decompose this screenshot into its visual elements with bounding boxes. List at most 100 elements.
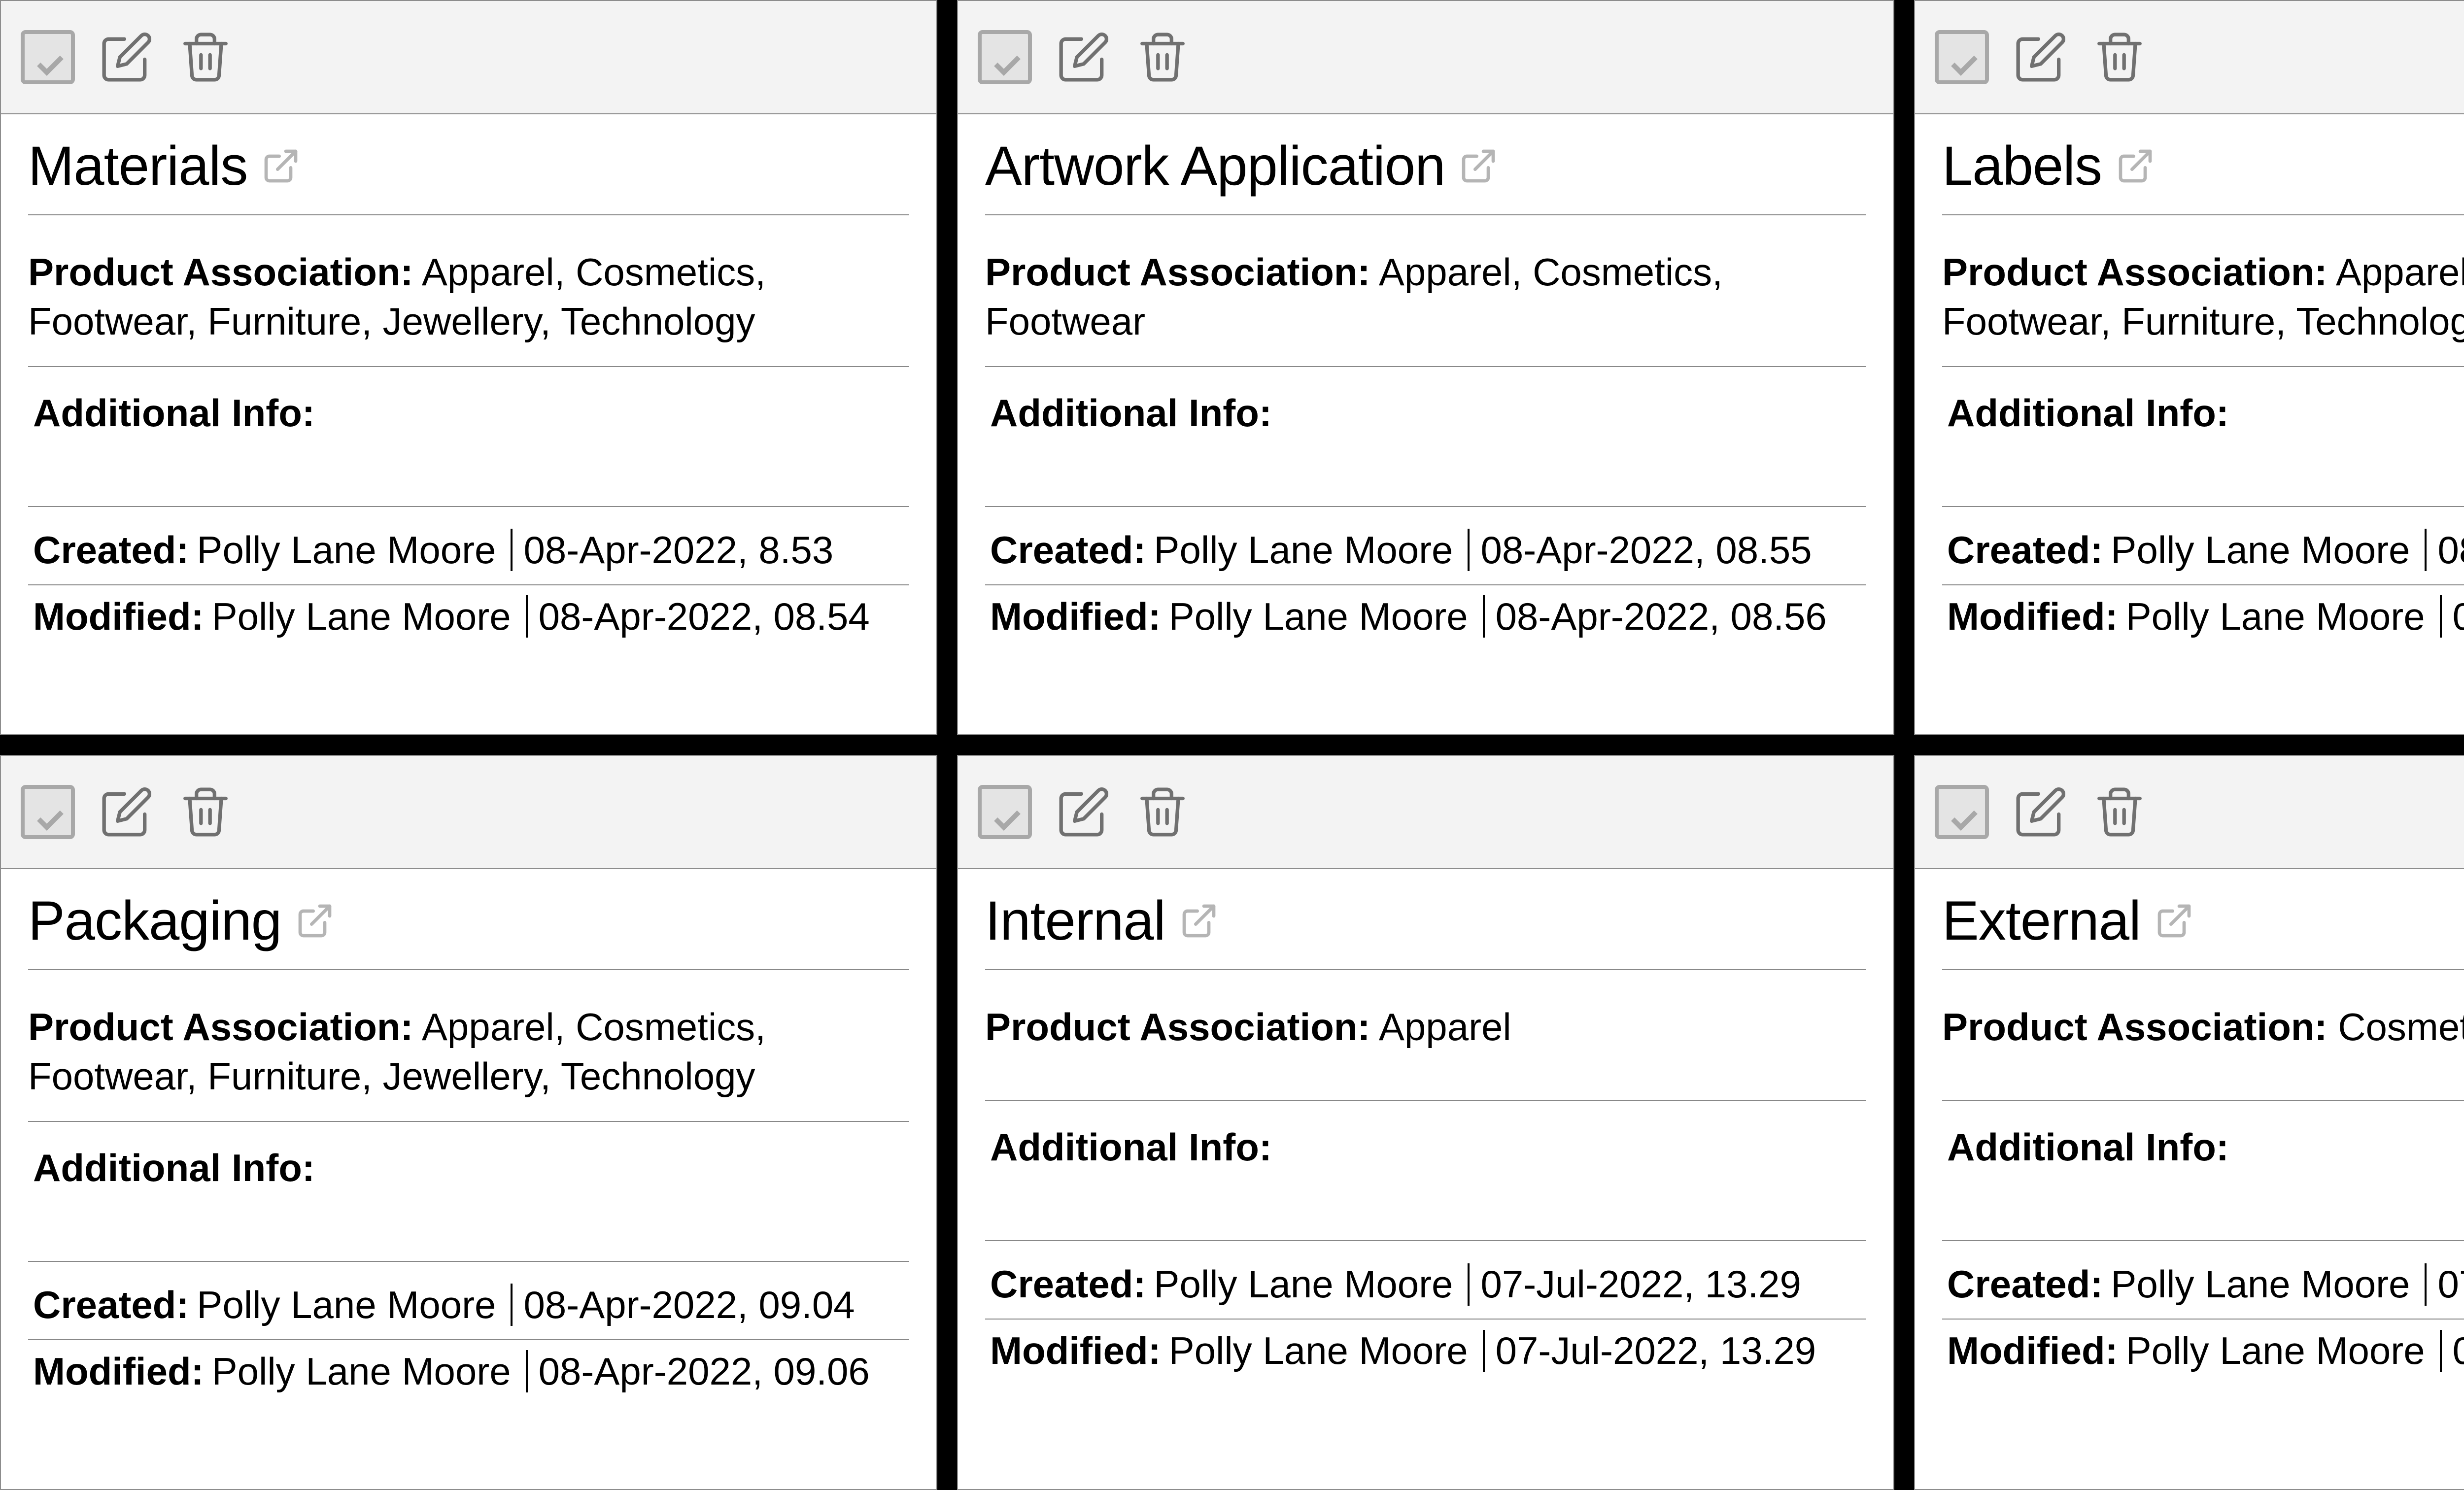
created-label: Created: <box>990 528 1146 573</box>
modified-row: Modified: Polly Lane Moore 07-Jul-2022, … <box>1942 1320 2464 1385</box>
edit-icon <box>100 785 154 839</box>
divider <box>1468 1263 1470 1306</box>
external-link-icon <box>261 146 301 186</box>
modified-date: 08-Apr-2022, 09.06 <box>539 1349 870 1394</box>
external-link-icon <box>2116 146 2155 186</box>
additional-info-label: Additional Info: <box>1947 391 2229 435</box>
divider <box>526 595 528 638</box>
created-user: Polly Lane Moore <box>2111 528 2410 573</box>
check-icon <box>21 785 75 839</box>
delete-button[interactable] <box>2092 30 2147 84</box>
delete-button[interactable] <box>178 30 233 84</box>
created-date: 08-Apr-2022, 8.53 <box>523 528 833 573</box>
modified-user: Polly Lane Moore <box>212 594 511 639</box>
select-checkbox[interactable] <box>1935 785 1989 839</box>
divider <box>2440 595 2442 638</box>
card-content: Artwork Application Product Association:… <box>958 114 1893 734</box>
open-external-button[interactable] <box>261 146 301 186</box>
card-toolbar <box>1 1 936 114</box>
select-checkbox[interactable] <box>978 785 1032 839</box>
card-content: Internal Product Association: Apparel Ad… <box>958 869 1893 1489</box>
trash-icon <box>2092 30 2147 84</box>
created-row: Created: Polly Lane Moore 07-Jul-2022, 1… <box>985 1253 1866 1320</box>
check-icon <box>1935 30 1989 84</box>
open-external-button[interactable] <box>1179 901 1219 941</box>
external-link-icon <box>2155 901 2194 941</box>
product-association-label: Product Association: <box>985 1005 1370 1049</box>
divider <box>511 1284 513 1326</box>
additional-info-label: Additional Info: <box>33 1146 315 1189</box>
divider <box>511 529 513 571</box>
modified-row: Modified: Polly Lane Moore 08-Apr-2022, … <box>1942 585 2464 651</box>
open-external-button[interactable] <box>2116 146 2155 186</box>
select-checkbox[interactable] <box>21 30 75 84</box>
edit-button[interactable] <box>2014 30 2068 84</box>
select-checkbox[interactable] <box>1935 30 1989 84</box>
modified-label: Modified: <box>1947 1328 2118 1373</box>
created-user: Polly Lane Moore <box>1154 1262 1453 1307</box>
trash-icon <box>1135 30 1190 84</box>
external-link-icon <box>1179 901 1219 941</box>
edit-icon <box>2014 785 2068 839</box>
divider <box>526 1350 528 1392</box>
edit-button[interactable] <box>100 30 154 84</box>
product-association-row: Product Association: Apparel, Cosmetics,… <box>985 238 1866 367</box>
card-title-row: Labels <box>1942 134 2464 215</box>
select-checkbox[interactable] <box>21 785 75 839</box>
card-title-row: External <box>1942 889 2464 970</box>
divider <box>1483 595 1485 638</box>
open-external-button[interactable] <box>2155 901 2194 941</box>
card-toolbar <box>1915 1 2464 114</box>
modified-user: Polly Lane Moore <box>2126 1328 2425 1373</box>
divider <box>1468 529 1470 571</box>
delete-button[interactable] <box>1135 30 1190 84</box>
divider <box>2440 1330 2442 1372</box>
trash-icon <box>178 785 233 839</box>
card-content: Packaging Product Association: Apparel, … <box>1 869 936 1489</box>
additional-info-row: Additional Info: <box>985 1113 1866 1241</box>
modified-date: 07-Jul-2022, 13.34 <box>2453 1328 2464 1373</box>
created-date: 08-Apr-2022, 08.55 <box>1480 528 1812 573</box>
select-checkbox[interactable] <box>978 30 1032 84</box>
product-association-label: Product Association: <box>1942 250 2327 294</box>
card-toolbar <box>958 756 1893 869</box>
additional-info-label: Additional Info: <box>990 1125 1272 1169</box>
open-external-button[interactable] <box>1459 146 1498 186</box>
modified-row: Modified: Polly Lane Moore 08-Apr-2022, … <box>28 1340 909 1406</box>
edit-button[interactable] <box>2014 785 2068 839</box>
product-association-row: Product Association: Cosmetics, Technolo… <box>1942 993 2464 1101</box>
divider <box>2425 529 2427 571</box>
created-label: Created: <box>1947 528 2103 573</box>
card: Artwork Application Product Association:… <box>957 0 1894 735</box>
card-title: Artwork Application <box>985 134 1445 198</box>
created-date: 07-Jul-2022, 13.29 <box>1480 1262 1801 1307</box>
external-link-icon <box>295 901 335 941</box>
modified-label: Modified: <box>990 594 1161 639</box>
open-external-button[interactable] <box>295 901 335 941</box>
additional-info-row: Additional Info: <box>1942 1113 2464 1241</box>
product-association-label: Product Association: <box>28 1005 413 1049</box>
edit-button[interactable] <box>1057 30 1111 84</box>
created-user: Polly Lane Moore <box>2111 1262 2410 1307</box>
modified-label: Modified: <box>990 1328 1161 1373</box>
edit-button[interactable] <box>1057 785 1111 839</box>
product-association-label: Product Association: <box>1942 1005 2327 1049</box>
delete-button[interactable] <box>178 785 233 839</box>
trash-icon <box>1135 785 1190 839</box>
product-association-value: Apparel <box>1379 1005 1511 1049</box>
card-title: Materials <box>28 134 247 198</box>
created-date: 07-Jul-2022, 13.31 <box>2437 1262 2464 1307</box>
card: Internal Product Association: Apparel Ad… <box>957 755 1894 1490</box>
trash-icon <box>178 30 233 84</box>
created-date: 08-Apr-2022, 09.04 <box>523 1283 855 1327</box>
card-toolbar <box>1915 756 2464 869</box>
additional-info-row: Additional Info: <box>985 379 1866 507</box>
edit-button[interactable] <box>100 785 154 839</box>
modified-date: 08-Apr-2022, 08.56 <box>1496 594 1827 639</box>
modified-date: 07-Jul-2022, 13.29 <box>1496 1328 1816 1373</box>
created-row: Created: Polly Lane Moore 08-Apr-2022, 0… <box>985 519 1866 585</box>
product-association-label: Product Association: <box>28 250 413 294</box>
additional-info-row: Additional Info: <box>28 379 909 507</box>
delete-button[interactable] <box>1135 785 1190 839</box>
delete-button[interactable] <box>2092 785 2147 839</box>
